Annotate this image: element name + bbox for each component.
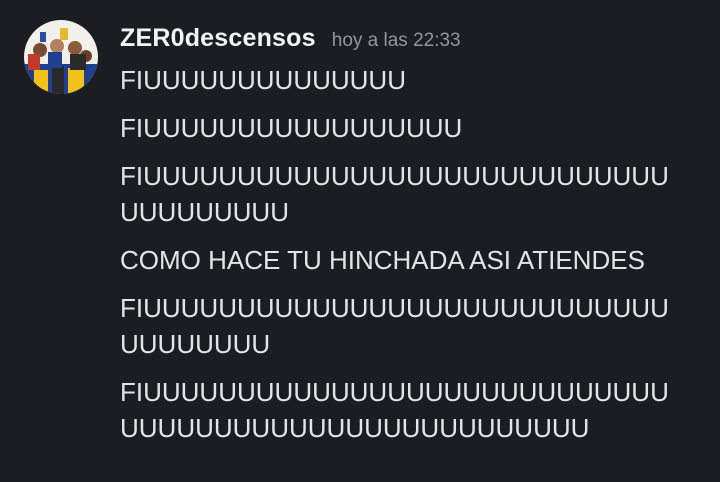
message-line: FIUUUUUUUUUUUUUUUUUUUUUUUUUUUU UUUUUUUUU [120,161,669,227]
message-line: COMO HACE TU HINCHADA ASI ATIENDES [120,245,645,275]
message-content: FIUUUUUUUUUUUUUU FIUUUUUUUUUUUUUUUUU FIU… [120,62,700,446]
timestamp: hoy a las 22:33 [331,30,461,51]
username[interactable]: ZER0descensos [120,24,316,53]
message-header: ZER0descensos hoy a las 22:33 [120,24,461,58]
message-line: FIUUUUUUUUUUUUUU [120,65,406,95]
user-avatar[interactable] [24,20,98,94]
message-line: FIUUUUUUUUUUUUUUUUUUUUUUUUUUUU UUUUUUUU [120,293,669,359]
message-line: FIUUUUUUUUUUUUUUUUUUUUUUUUUUUU UUUUUUUUU… [120,377,669,443]
chat-message: ZER0descensos hoy a las 22:33 FIUUUUUUUU… [0,0,720,482]
message-line: FIUUUUUUUUUUUUUUUUU [120,113,463,143]
